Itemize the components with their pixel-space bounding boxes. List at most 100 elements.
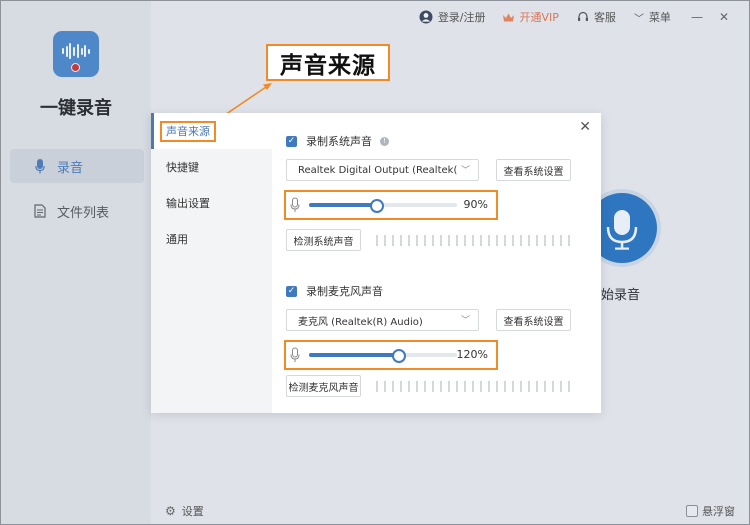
- mic-device-value: 麦克风 (Realtek(R) Audio): [298, 316, 423, 328]
- tab-general[interactable]: 通用: [151, 221, 272, 257]
- meter-bar: [544, 380, 546, 392]
- mic-volume-slider[interactable]: [309, 349, 457, 363]
- slider-handle[interactable]: [369, 199, 384, 213]
- meter-bar: [440, 380, 442, 392]
- meter-bar: [384, 234, 386, 246]
- floating-window-toggle[interactable]: 悬浮窗: [686, 503, 735, 519]
- meter-bar: [520, 380, 522, 392]
- tab-label: 输出设置: [166, 197, 210, 210]
- vip-link[interactable]: 开通VIP: [502, 9, 559, 25]
- meter-bar: [560, 380, 562, 392]
- document-icon: [33, 203, 47, 219]
- meter-bar: [496, 234, 498, 246]
- vip-label: 开通VIP: [519, 11, 559, 24]
- menu-button[interactable]: ﹀ 菜单: [634, 9, 671, 25]
- tab-output-settings[interactable]: 输出设置: [151, 185, 272, 221]
- meter-bar: [480, 234, 482, 246]
- system-volume-value: 90%: [463, 198, 488, 211]
- system-sound-checkbox[interactable]: ✓ 录制系统声音 !: [286, 133, 389, 149]
- mic-volume-control: 120%: [284, 340, 498, 370]
- mic-volume-value: 120%: [456, 348, 488, 361]
- detect-mic-sound-button[interactable]: 检测麦克风声音: [286, 375, 361, 397]
- checkmark-icon: ✓: [286, 285, 297, 297]
- annotation-highlight: [160, 121, 216, 142]
- sidebar: 一键录音 录音 文件列表: [1, 1, 151, 524]
- settings-label: 设置: [181, 505, 204, 518]
- sidebar-item-file-list[interactable]: 文件列表: [10, 194, 144, 228]
- tab-hotkeys[interactable]: 快捷键: [151, 149, 272, 185]
- mic-device-select[interactable]: 麦克风 (Realtek(R) Audio) ﹀: [286, 309, 479, 331]
- login-label: 登录/注册: [437, 11, 486, 24]
- meter-bar: [408, 380, 410, 392]
- system-device-select[interactable]: Realtek Digital Output (Realtek(R) Au ﹀: [286, 159, 479, 181]
- meter-bar: [488, 380, 490, 392]
- info-icon[interactable]: !: [380, 136, 389, 146]
- meter-bar: [568, 234, 570, 246]
- system-level-meter: [376, 234, 576, 246]
- meter-bar: [376, 380, 378, 392]
- meter-bar: [552, 380, 554, 392]
- chevron-down-icon: ﹀: [633, 13, 644, 25]
- app-name: 一键录音: [40, 98, 112, 119]
- close-window-button[interactable]: ✕: [719, 10, 729, 24]
- mic-settings-button[interactable]: 查看系统设置: [496, 309, 571, 331]
- annotation-callout: 声音来源: [266, 44, 390, 81]
- microphone-icon: [33, 158, 47, 174]
- sidebar-item-record[interactable]: 录音: [10, 149, 144, 183]
- dialog-sidebar: 声音来源 快捷键 输出设置 通用: [151, 113, 272, 413]
- system-volume-slider[interactable]: [309, 199, 457, 213]
- meter-bar: [424, 234, 426, 246]
- tab-label: 通用: [166, 233, 188, 246]
- mic-level-meter: [376, 380, 576, 392]
- record-dot-icon: [71, 63, 80, 72]
- meter-bar: [496, 380, 498, 392]
- meter-bar: [528, 234, 530, 246]
- login-link[interactable]: 登录/注册: [419, 9, 486, 25]
- meter-bar: [512, 234, 514, 246]
- minimize-button[interactable]: —: [691, 10, 703, 24]
- system-settings-button[interactable]: 查看系统设置: [496, 159, 571, 181]
- meter-bar: [552, 234, 554, 246]
- tab-label: 快捷键: [166, 161, 199, 174]
- microphone-icon: [290, 197, 300, 216]
- meter-bar: [504, 234, 506, 246]
- slider-handle[interactable]: [391, 349, 406, 363]
- mic-sound-checkbox[interactable]: ✓ 录制麦克风声音: [286, 283, 383, 299]
- header: 登录/注册 开通VIP 客服 ﹀ 菜单 — ✕: [419, 8, 749, 26]
- system-volume-control: 90%: [284, 190, 498, 220]
- meter-bar: [536, 234, 538, 246]
- meter-bar: [432, 380, 434, 392]
- tab-sound-source[interactable]: 声音来源: [151, 113, 272, 149]
- meter-bar: [472, 234, 474, 246]
- headset-icon: [577, 11, 589, 23]
- user-avatar-icon: [419, 10, 433, 24]
- meter-bar: [568, 380, 570, 392]
- system-device-value: Realtek Digital Output (Realtek(R) Au: [298, 164, 458, 176]
- soundwave-icon: [62, 43, 90, 59]
- close-icon[interactable]: ✕: [579, 119, 591, 135]
- app-logo: [53, 31, 99, 77]
- meter-bar: [456, 380, 458, 392]
- chevron-down-icon: ﹀: [460, 166, 470, 176]
- sidebar-item-label: 文件列表: [57, 205, 110, 221]
- meter-bar: [512, 380, 514, 392]
- microphone-icon: [290, 347, 300, 366]
- meter-bar: [536, 380, 538, 392]
- detect-system-sound-button[interactable]: 检测系统声音: [286, 229, 361, 251]
- meter-bar: [448, 234, 450, 246]
- settings-button[interactable]: ⚙ 设置: [165, 503, 204, 519]
- slider-fill: [309, 353, 398, 357]
- meter-bar: [456, 234, 458, 246]
- meter-bar: [488, 234, 490, 246]
- meter-bar: [400, 380, 402, 392]
- support-link[interactable]: 客服: [577, 9, 616, 25]
- checkbox-icon: [686, 505, 698, 517]
- meter-bar: [384, 380, 386, 392]
- sidebar-item-label: 录音: [57, 160, 84, 176]
- meter-bar: [416, 380, 418, 392]
- meter-bar: [504, 380, 506, 392]
- meter-bar: [560, 234, 562, 246]
- meter-bar: [376, 234, 378, 246]
- start-record-label: 始录音: [601, 288, 641, 303]
- meter-bar: [472, 380, 474, 392]
